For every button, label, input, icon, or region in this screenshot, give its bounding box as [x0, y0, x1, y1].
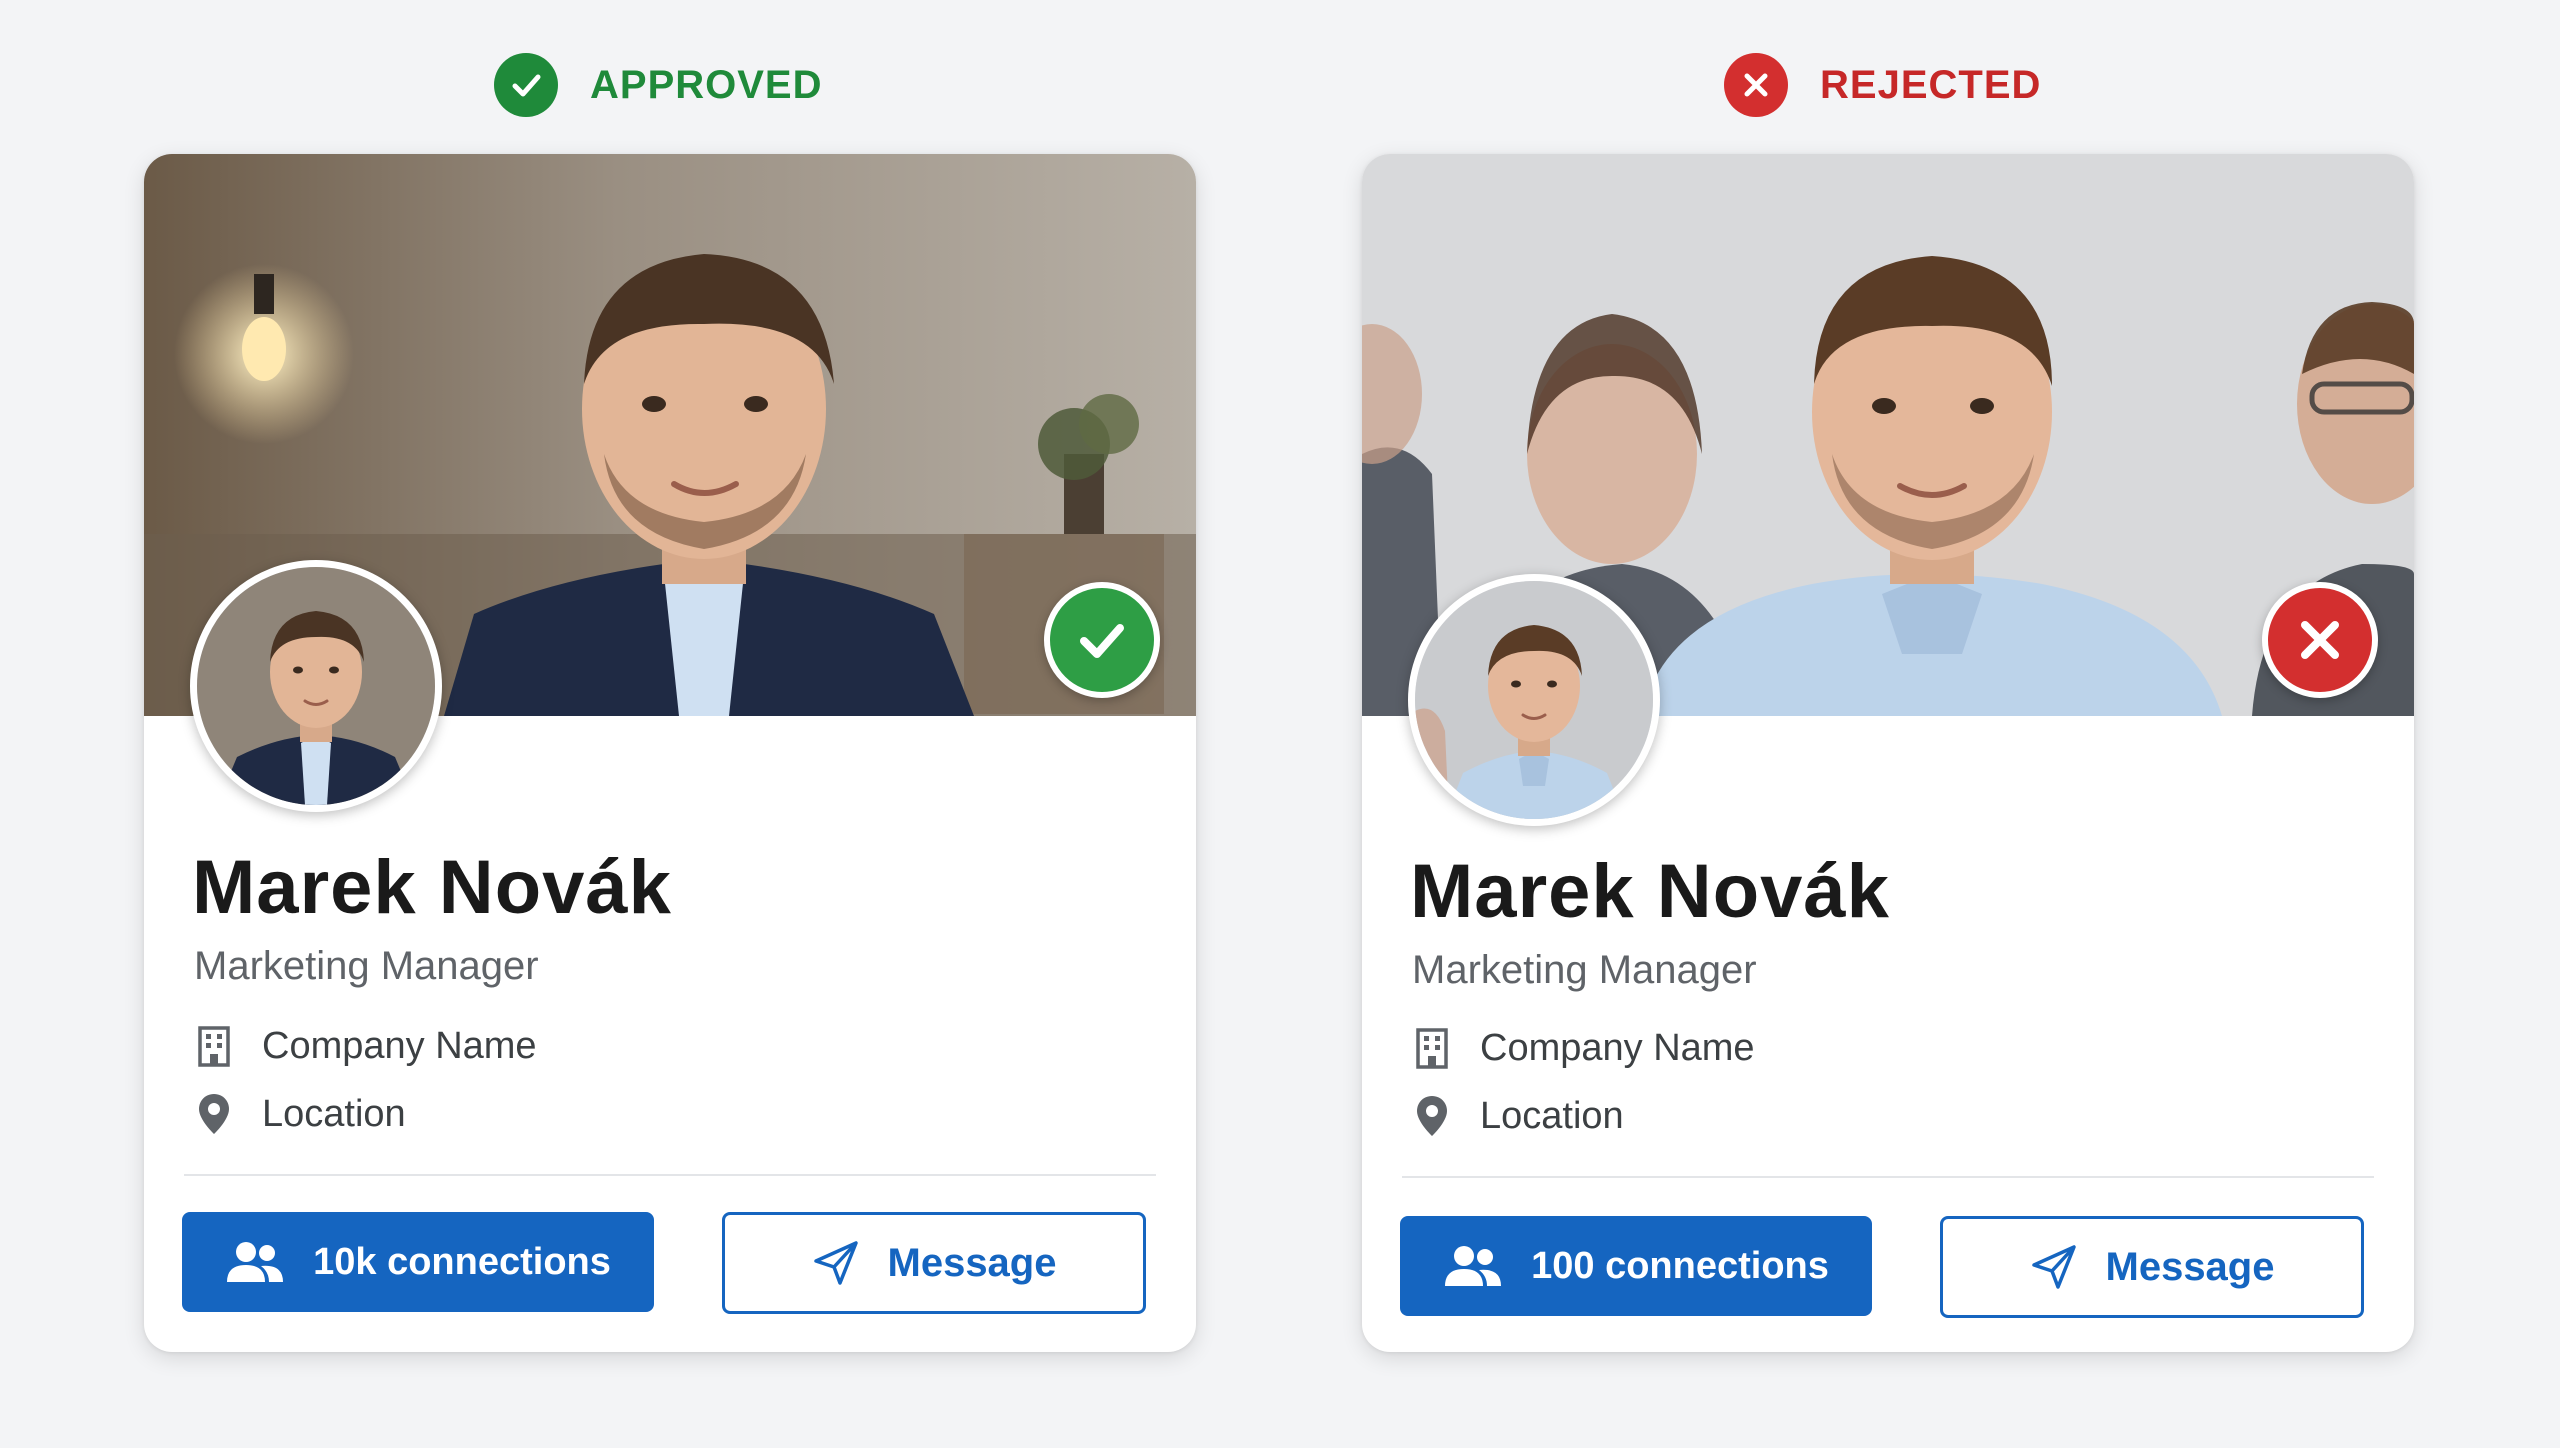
- profile-job-title: Marketing Manager: [194, 944, 539, 988]
- location-row: Location: [1412, 1094, 1624, 1138]
- check-circle-icon: [494, 53, 558, 117]
- profile-job-title: Marketing Manager: [1412, 948, 1757, 992]
- building-icon: [194, 1024, 234, 1068]
- message-button[interactable]: Message: [722, 1212, 1146, 1314]
- location-text: Location: [262, 1092, 406, 1135]
- building-icon: [1412, 1026, 1452, 1070]
- location-row: Location: [194, 1092, 406, 1136]
- rejected-label: REJECTED: [1820, 62, 2042, 107]
- location-pin-icon: [1412, 1094, 1452, 1138]
- x-mark-icon: [2301, 621, 2339, 659]
- profile-card-rejected: Marek Novák Marketing Manager Company Na…: [1362, 154, 2414, 1352]
- location-pin-icon: [194, 1092, 234, 1136]
- company-name: Company Name: [262, 1024, 537, 1067]
- divider: [1402, 1176, 2374, 1178]
- message-button[interactable]: Message: [1940, 1216, 2364, 1318]
- people-icon: [227, 1242, 284, 1282]
- approved-status-badge: [1044, 582, 1160, 698]
- profile-name: Marek Novák: [192, 845, 672, 930]
- checkmark-icon: [1080, 624, 1124, 658]
- connections-label: 100 connections: [1531, 1244, 1829, 1287]
- message-label: Message: [2105, 1244, 2275, 1289]
- profile-name: Marek Novák: [1410, 849, 1890, 934]
- send-icon: [2031, 1245, 2076, 1289]
- rejected-status-badge: [2262, 582, 2378, 698]
- location-text: Location: [1480, 1094, 1624, 1137]
- message-label: Message: [887, 1240, 1057, 1285]
- connections-label: 10k connections: [313, 1240, 611, 1283]
- people-icon: [1445, 1246, 1502, 1286]
- send-icon: [813, 1241, 858, 1285]
- company-row: Company Name: [1412, 1026, 1755, 1070]
- company-row: Company Name: [194, 1024, 537, 1068]
- connections-button[interactable]: 100 connections: [1400, 1216, 1872, 1316]
- divider: [184, 1174, 1156, 1176]
- approved-label: APPROVED: [590, 62, 823, 107]
- profile-avatar[interactable]: [1408, 574, 1660, 826]
- company-name: Company Name: [1480, 1026, 1755, 1069]
- rejected-heading: REJECTED: [1724, 50, 2041, 120]
- x-circle-icon: [1724, 53, 1788, 117]
- profile-card-approved: Marek Novák Marketing Manager Company Na…: [144, 154, 1196, 1352]
- profile-avatar[interactable]: [190, 560, 442, 812]
- connections-button[interactable]: 10k connections: [182, 1212, 654, 1312]
- approved-heading: APPROVED: [494, 50, 823, 120]
